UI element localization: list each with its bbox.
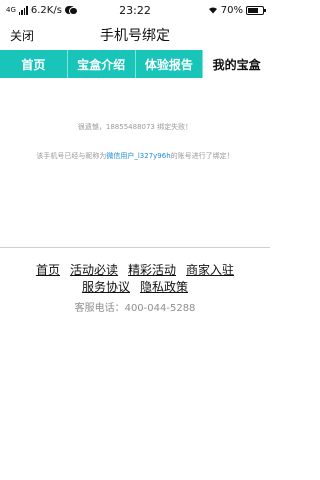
status-time: 23:22 xyxy=(119,3,151,17)
footer: 首页 活动必读 精彩活动 商家入驻 服务协议 隐私政策 客服电话：400-044… xyxy=(0,248,270,314)
close-button[interactable]: 关闭 xyxy=(10,27,34,44)
info-suffix: 的账号进行了绑定！ xyxy=(170,152,234,160)
tab-bar: 首页 宝盒介绍 体验报告 我的宝盒 xyxy=(0,50,270,78)
tab-box-intro[interactable]: 宝盒介绍 xyxy=(68,50,136,78)
service-phone: 客服电话：400-044-5288 xyxy=(74,303,196,314)
bound-username: 微信用户_l327y96h xyxy=(106,152,171,160)
footer-link-privacy-policy[interactable]: 隐私政策 xyxy=(140,280,188,295)
network-type: 4G xyxy=(6,6,16,14)
nav-bar: 关闭 手机号绑定 xyxy=(0,20,270,50)
info-message: 该手机号已经与昵称为微信用户_l327y96h的账号进行了绑定！ xyxy=(36,151,233,161)
page-title: 手机号绑定 xyxy=(100,28,170,44)
info-prefix: 该手机号已经与昵称为 xyxy=(36,152,107,160)
tab-home[interactable]: 首页 xyxy=(0,50,68,78)
footer-link-activity-notice[interactable]: 活动必读 xyxy=(70,263,118,278)
fail-message: 很遗憾，18855488073 绑定失败！ xyxy=(77,123,193,131)
footer-link-service-agreement[interactable]: 服务协议 xyxy=(82,280,130,295)
footer-link-featured-activities[interactable]: 精彩活动 xyxy=(128,263,176,278)
wechat-icon xyxy=(64,6,78,15)
battery-percent: 70% xyxy=(220,4,243,16)
footer-link-merchant-join[interactable]: 商家入驻 xyxy=(186,263,234,278)
tab-my-box[interactable]: 我的宝盒 xyxy=(203,50,270,78)
battery-icon xyxy=(246,5,266,15)
footer-link-home[interactable]: 首页 xyxy=(36,263,60,278)
network-speed: 6.2K/s xyxy=(30,4,62,16)
tab-experience-report[interactable]: 体验报告 xyxy=(136,50,204,78)
signal-icon xyxy=(18,5,28,15)
status-left: 4G 6.2K/s xyxy=(6,5,92,16)
status-right: 70% xyxy=(178,4,266,16)
footer-links: 首页 活动必读 精彩活动 商家入驻 服务协议 隐私政策 xyxy=(15,263,255,295)
bind-result: 很遗憾，18855488073 绑定失败！ 该手机号已经与昵称为微信用户_l32… xyxy=(0,78,270,243)
status-bar: 4G 6.2K/s 23:22 70% xyxy=(0,0,270,20)
wifi-icon xyxy=(208,7,217,14)
